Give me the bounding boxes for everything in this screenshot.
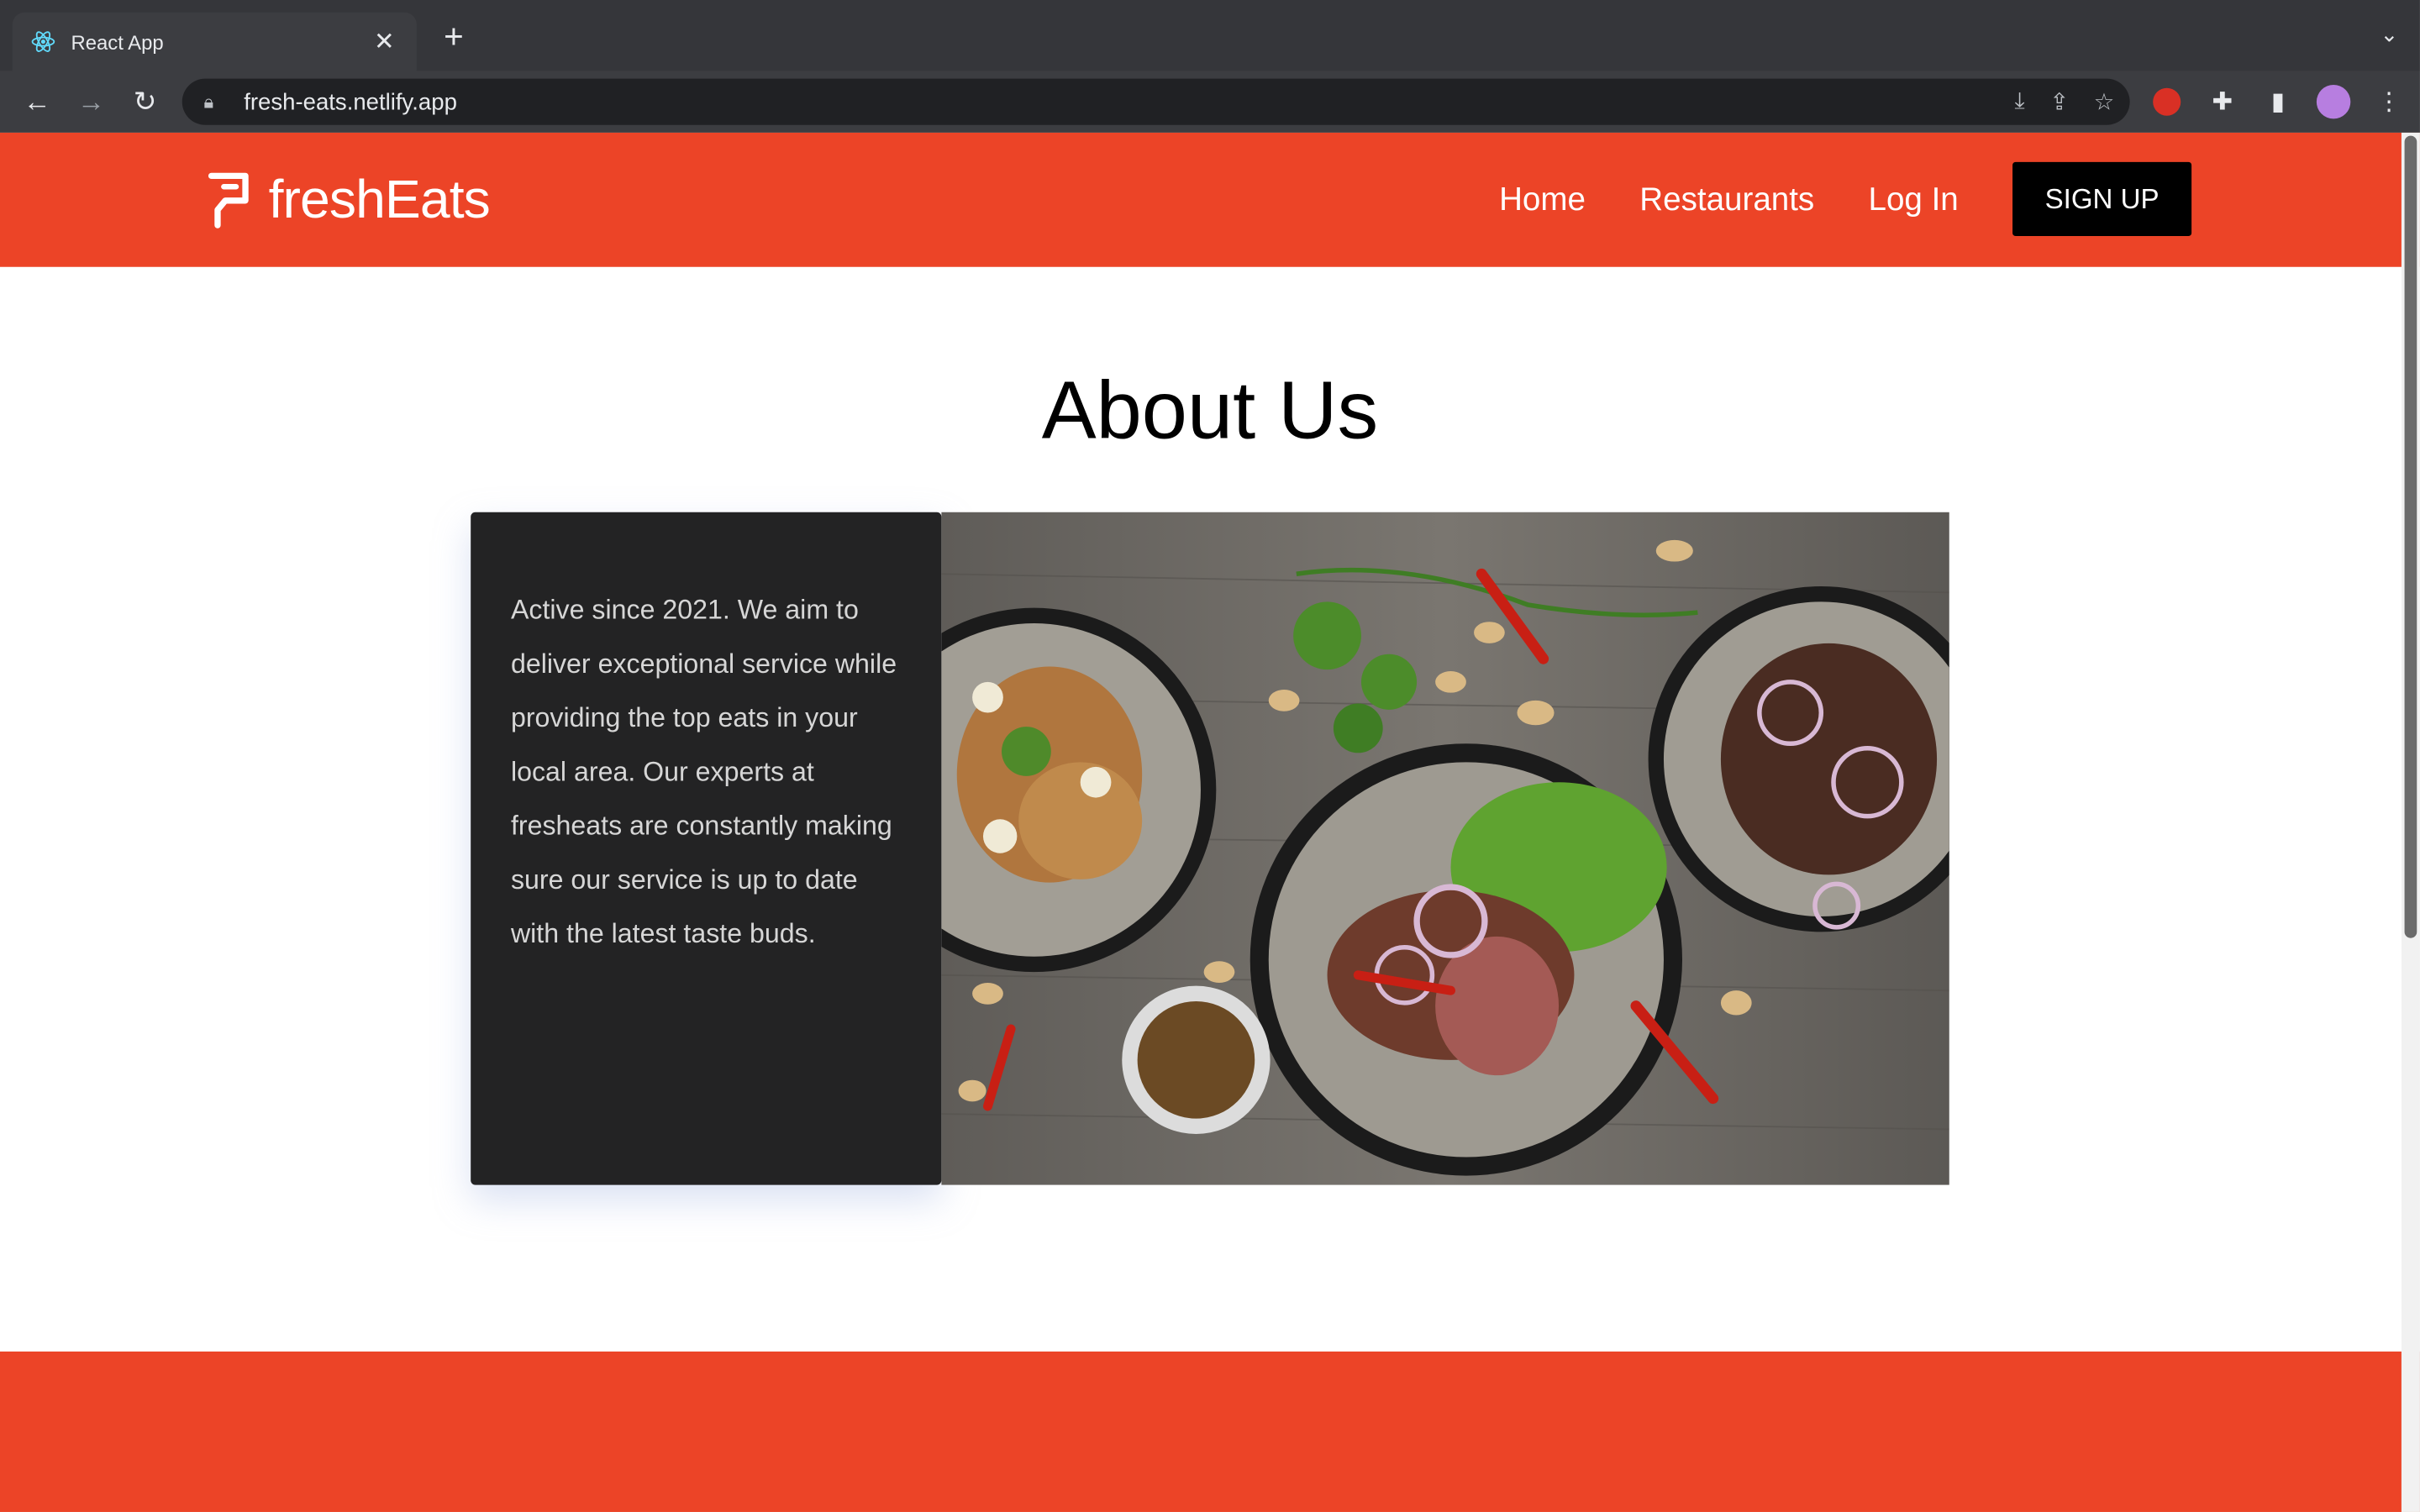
- back-icon[interactable]: ←: [18, 83, 55, 120]
- page-title: About Us: [1041, 365, 1379, 457]
- food-photo: [941, 512, 1949, 1185]
- star-icon[interactable]: ☆: [2094, 88, 2115, 116]
- about-card: Active since 2021. We aim to deliver exc…: [471, 512, 942, 1185]
- main-nav: Home Restaurants Log In: [1499, 133, 1959, 267]
- lock-icon: 🔒︎: [203, 90, 214, 113]
- browser-tab[interactable]: React App ✕: [12, 12, 417, 71]
- brand-logo[interactable]: freshEats: [207, 170, 491, 231]
- close-tab-icon[interactable]: ✕: [371, 26, 398, 57]
- address-bar[interactable]: 🔒︎ fresh-eats.netlify.app ⤓ ⇪ ☆: [182, 78, 2130, 125]
- reload-icon[interactable]: ↻: [127, 83, 164, 120]
- site-header: freshEats Home Restaurants Log In SIGN U…: [0, 132, 2420, 267]
- side-panel-icon[interactable]: ▮: [2260, 83, 2296, 120]
- kebab-menu-icon[interactable]: ⋮: [2370, 83, 2407, 120]
- share-icon[interactable]: ⇪: [2049, 88, 2069, 116]
- browser-toolbar: ← → ↻ 🔒︎ fresh-eats.netlify.app ⤓ ⇪ ☆ ✚ …: [0, 71, 2420, 133]
- nav-login[interactable]: Log In: [1869, 181, 1959, 218]
- brand-name: freshEats: [268, 170, 491, 230]
- flag-logo-icon: [208, 172, 249, 228]
- tab-title: React App: [71, 29, 164, 54]
- browser-tab-bar: React App ✕ + ⌄: [0, 0, 2420, 71]
- site-footer: [0, 1351, 2420, 1512]
- forward-icon[interactable]: →: [72, 83, 109, 120]
- web-page: freshEats Home Restaurants Log In SIGN U…: [0, 132, 2420, 1512]
- install-icon[interactable]: ⤓: [2014, 88, 2024, 116]
- profile-avatar[interactable]: [2315, 83, 2352, 120]
- react-icon: [31, 29, 55, 54]
- page-scrollbar[interactable]: [2401, 132, 2420, 1512]
- extension-stop-icon[interactable]: [2149, 83, 2186, 120]
- chevron-down-icon[interactable]: ⌄: [2381, 22, 2399, 48]
- puzzle-icon[interactable]: ✚: [2204, 83, 2241, 120]
- new-tab-icon[interactable]: +: [435, 18, 472, 55]
- scrollbar-thumb[interactable]: [2404, 135, 2417, 938]
- nav-home[interactable]: Home: [1499, 181, 1586, 218]
- about-text: Active since 2021. We aim to deliver exc…: [510, 594, 897, 949]
- signup-button[interactable]: SIGN UP: [2012, 161, 2192, 237]
- nav-restaurants[interactable]: Restaurants: [1639, 181, 1814, 218]
- url-text: fresh-eats.netlify.app: [244, 88, 457, 115]
